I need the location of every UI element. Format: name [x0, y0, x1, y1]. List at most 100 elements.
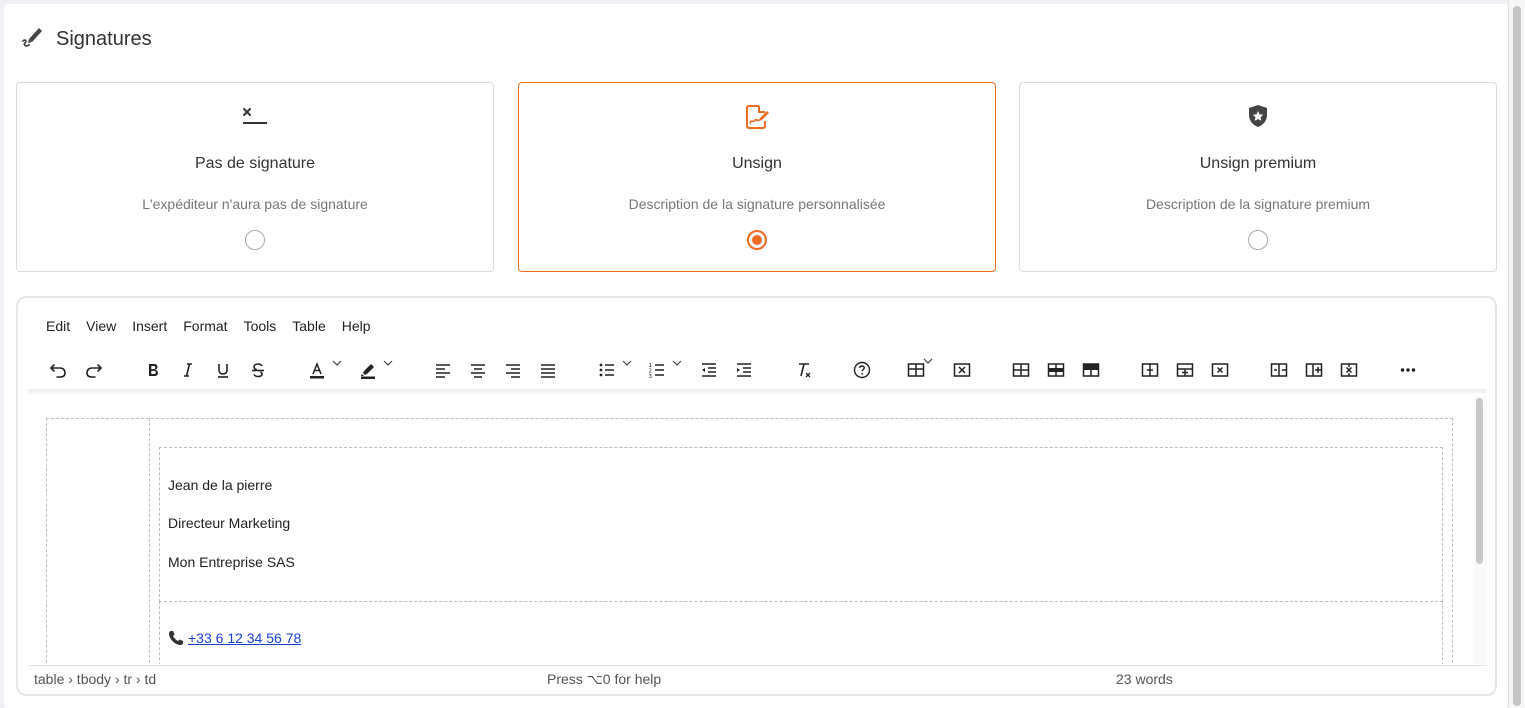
strikethrough-icon	[252, 363, 264, 378]
insert-column-before-button[interactable]	[1137, 358, 1163, 382]
card-no-signature[interactable]: Pas de signature L'expéditeur n'aura pas…	[16, 82, 494, 272]
word-count[interactable]: 23 words	[1116, 671, 1173, 687]
bold-button[interactable]	[140, 358, 166, 382]
align-center-button[interactable]	[465, 358, 491, 382]
bullet-list-icon	[599, 363, 614, 377]
editor-scrollbar[interactable]	[1473, 396, 1487, 664]
editor-scrollbar-thumb[interactable]	[1476, 398, 1483, 564]
help-hint: Press ⌥0 for help	[547, 671, 662, 687]
insert-row-after-button[interactable]	[1078, 358, 1104, 382]
chevron-down-icon	[672, 360, 682, 366]
telephone-icon	[169, 631, 183, 645]
column-delete-icon	[1211, 363, 1229, 377]
menu-help[interactable]: Help	[334, 317, 379, 335]
table-column-divider	[149, 418, 150, 664]
signature-name[interactable]: Jean de la pierre	[168, 477, 272, 493]
text-color-icon	[310, 361, 324, 379]
insert-row-below-button[interactable]	[1301, 358, 1327, 382]
undo-icon	[49, 364, 66, 378]
italic-button[interactable]	[175, 358, 201, 382]
menu-edit[interactable]: Edit	[28, 317, 78, 335]
menu-format[interactable]: Format	[175, 317, 235, 335]
more-options-button[interactable]	[1395, 358, 1421, 382]
menu-tools[interactable]: Tools	[236, 317, 285, 335]
row-insert-icon	[1270, 363, 1288, 377]
redo-button[interactable]	[81, 358, 107, 382]
highlight-color-button[interactable]	[355, 358, 393, 382]
insert-row-above-button[interactable]	[1266, 358, 1292, 382]
element-path[interactable]: table › tbody › tr › td	[34, 671, 156, 687]
card-title: Unsign	[732, 155, 782, 172]
editor-toolbar: 123	[28, 352, 1487, 390]
highlighter-icon	[361, 364, 375, 379]
delete-column-button[interactable]	[1207, 358, 1233, 382]
card-unsign-premium[interactable]: Unsign premium Description de la signatu…	[1019, 82, 1497, 272]
toolbar-shadow	[28, 389, 1487, 395]
align-right-button[interactable]	[500, 358, 526, 382]
radio-unsign[interactable]	[747, 230, 767, 250]
insert-table-button[interactable]	[903, 358, 933, 382]
menu-table[interactable]: Table	[284, 317, 333, 335]
card-description: Description de la signature personnalisé…	[628, 196, 886, 212]
radio-unsign-premium[interactable]	[1248, 230, 1268, 250]
editor-statusbar: table › tbody › tr › td Press ⌥0 for hel…	[28, 665, 1487, 693]
outdent-icon	[702, 363, 716, 377]
table-cell-identity[interactable]	[159, 447, 1443, 602]
table-row-header-icon	[1012, 363, 1030, 377]
page-title: Signatures	[56, 28, 152, 50]
text-color-button[interactable]	[304, 358, 342, 382]
insert-row-before-button[interactable]	[1043, 358, 1069, 382]
align-center-icon	[471, 364, 485, 378]
phone-link[interactable]: +33 6 12 34 56 78	[188, 630, 301, 646]
editor-content-area[interactable]: Jean de la pierre Directeur Marketing Mo…	[28, 396, 1473, 664]
signature-role[interactable]: Directeur Marketing	[168, 515, 290, 531]
align-left-icon	[436, 364, 450, 378]
table-delete-icon	[953, 363, 971, 377]
signature-phone: +33 6 12 34 56 78	[168, 630, 301, 646]
page-scrollbar-thumb[interactable]	[1513, 6, 1521, 706]
undo-button[interactable]	[45, 358, 71, 382]
numbered-list-button[interactable]: 123	[644, 358, 682, 382]
redo-icon	[86, 364, 103, 378]
strikethrough-button[interactable]	[245, 358, 271, 382]
card-title: Unsign premium	[1199, 155, 1317, 172]
card-unsign[interactable]: Unsign Description de la signature perso…	[518, 82, 996, 272]
delete-row-button[interactable]	[1336, 358, 1362, 382]
card-description: L'expéditeur n'aura pas de signature	[142, 196, 368, 212]
underline-icon	[218, 364, 228, 378]
decrease-indent-button[interactable]	[696, 358, 722, 382]
radio-no-signature[interactable]	[245, 230, 265, 250]
align-justify-button[interactable]	[535, 358, 561, 382]
align-justify-icon	[541, 364, 555, 378]
row-add-icon	[1305, 363, 1323, 377]
chevron-down-icon	[622, 360, 632, 366]
card-title: Pas de signature	[194, 155, 316, 172]
column-add-icon	[1176, 363, 1194, 377]
underline-button[interactable]	[210, 358, 236, 382]
help-circle-icon	[853, 361, 871, 379]
menu-view[interactable]: View	[78, 317, 124, 335]
delete-table-button[interactable]	[949, 358, 975, 382]
menu-insert[interactable]: Insert	[124, 317, 175, 335]
editor-menubar: Edit View Insert Format Tools Table Help	[28, 317, 379, 335]
ellipsis-icon	[1400, 368, 1416, 372]
signature-document-icon	[519, 103, 995, 129]
bullet-list-button[interactable]	[594, 358, 632, 382]
table-cell-fill-icon	[1082, 363, 1100, 377]
signature-company[interactable]: Mon Entreprise SAS	[168, 554, 295, 570]
signature-pen-icon	[20, 24, 46, 55]
align-right-icon	[506, 364, 520, 378]
shield-star-icon	[1020, 103, 1496, 129]
table-cell-contact[interactable]	[159, 601, 1443, 664]
card-description: Description de la signature premium	[1145, 196, 1371, 212]
increase-indent-button[interactable]	[731, 358, 757, 382]
page-scrollbar[interactable]	[1508, 0, 1525, 708]
table-row-header-button[interactable]	[1008, 358, 1034, 382]
clear-formatting-button[interactable]	[790, 358, 816, 382]
chevron-down-icon	[923, 358, 933, 364]
clear-formatting-icon	[799, 363, 811, 378]
help-button[interactable]	[849, 358, 875, 382]
align-left-button[interactable]	[430, 358, 456, 382]
insert-column-after-button[interactable]	[1172, 358, 1198, 382]
chevron-down-icon	[332, 360, 342, 366]
